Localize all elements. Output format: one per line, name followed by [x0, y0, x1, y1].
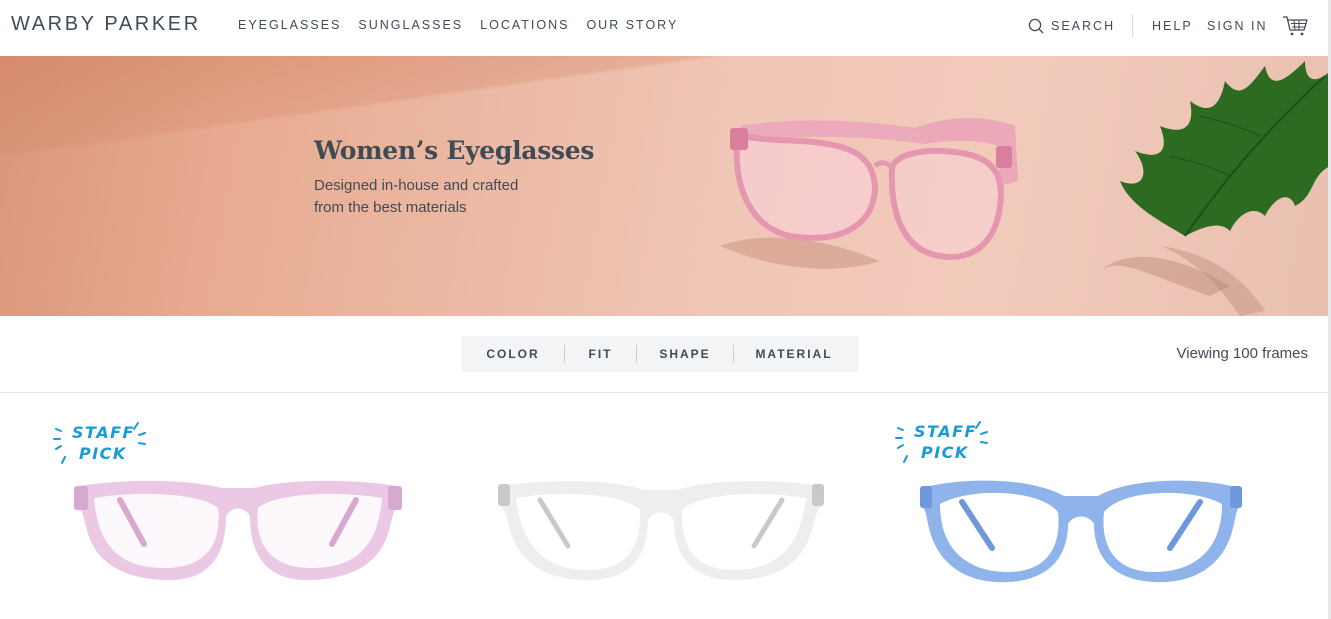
hero-subtitle: Designed in-house and crafted from the b… [314, 175, 554, 219]
nav-eyeglasses[interactable]: EYEGLASSES [238, 18, 341, 32]
badge-line-1: STAFF [72, 423, 135, 442]
filter-material[interactable]: MATERIAL [734, 347, 854, 361]
staff-pick-badge: STAFF PICK [52, 419, 152, 475]
hero-text: Women’s Eyeglasses Designed in-house and… [314, 136, 594, 219]
product-card[interactable]: STAFF PICK [50, 394, 470, 619]
filter-bar: COLOR FIT SHAPE MATERIAL Viewing 100 fra… [0, 316, 1328, 393]
hero-subtitle-line-1: Designed in-house and crafted [314, 177, 519, 194]
hero-subtitle-line-2: from the best materials [314, 199, 467, 216]
utility-nav: SEARCH HELP SIGN IN [1018, 0, 1328, 56]
page-title: Women’s Eyeglasses [314, 136, 595, 165]
cart-icon[interactable] [1282, 15, 1308, 37]
main-nav: EYEGLASSES SUNGLASSES LOCATIONS OUR STOR… [238, 18, 695, 32]
frame-image [920, 480, 1242, 583]
sign-in-link[interactable]: SIGN IN [1207, 19, 1268, 33]
badge-line-2: PICK [921, 443, 969, 462]
filter-fit[interactable]: FIT [565, 347, 636, 361]
filter-color[interactable]: COLOR [462, 347, 564, 361]
hero-glasses-image [720, 117, 1018, 269]
site-header: WARBY PARKER EYEGLASSES SUNGLASSES LOCAT… [0, 0, 1328, 56]
product-grid: STAFF PICK STAFF PICK [0, 394, 1328, 619]
nav-sunglasses[interactable]: SUNGLASSES [358, 18, 463, 32]
nav-our-story[interactable]: OUR STORY [586, 18, 678, 32]
staff-pick-badge: STAFF PICK [894, 418, 994, 474]
product-card[interactable] [480, 394, 900, 619]
filter-shape[interactable]: SHAPE [637, 347, 733, 361]
search-icon [1028, 18, 1044, 34]
brand-logo[interactable]: WARBY PARKER [11, 13, 201, 36]
leaf-image [1100, 61, 1328, 316]
badge-line-2: PICK [79, 444, 127, 463]
help-link[interactable]: HELP [1152, 19, 1193, 33]
results-count: Viewing 100 frames [1176, 345, 1308, 362]
nav-locations[interactable]: LOCATIONS [480, 18, 569, 32]
product-card[interactable]: STAFF PICK [892, 394, 1312, 619]
search-button[interactable]: SEARCH [1028, 18, 1115, 34]
header-divider [1132, 14, 1133, 38]
badge-line-1: STAFF [914, 422, 977, 441]
frame-image [498, 481, 824, 580]
search-label: SEARCH [1051, 19, 1116, 33]
frame-image [74, 480, 402, 581]
hero-banner: Women’s Eyeglasses Designed in-house and… [0, 56, 1328, 316]
filter-group: COLOR FIT SHAPE MATERIAL [462, 336, 858, 372]
